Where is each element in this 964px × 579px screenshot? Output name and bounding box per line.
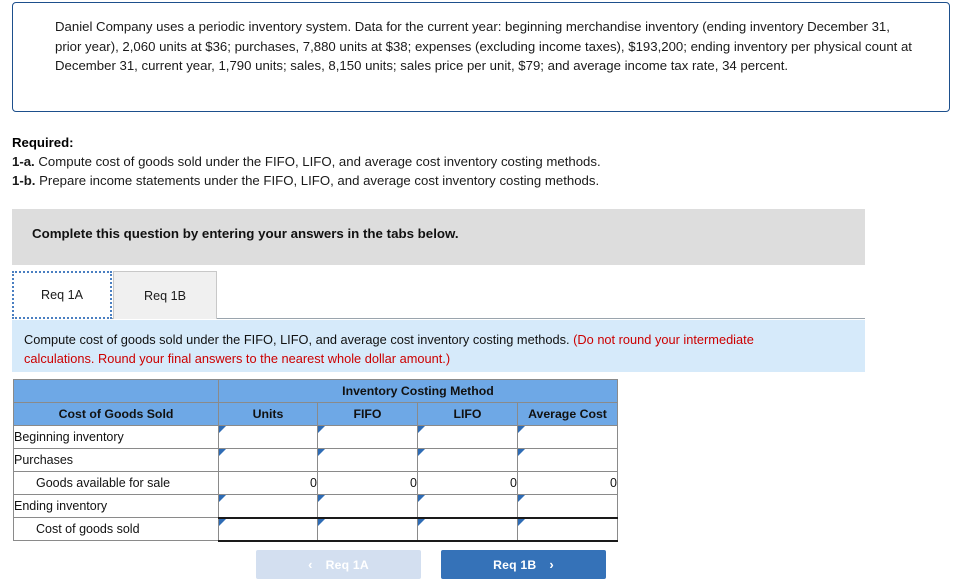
required-heading: Required: [12, 135, 74, 150]
column-header-fifo: FIFO [317, 402, 418, 426]
required-section: Required: 1-a. Compute cost of goods sol… [12, 134, 892, 190]
value-goods-available-lifo: 0 [417, 471, 518, 495]
cell-corner-marker-icon [219, 426, 226, 433]
input-ending-inventory-lifo[interactable] [417, 494, 518, 519]
table-corner-cell [13, 379, 219, 403]
tab-req-1a[interactable]: Req 1A [12, 271, 112, 319]
row-label-beginning-inventory: Beginning inventory [13, 425, 219, 449]
table-group-header-row: Inventory Costing Method [13, 379, 618, 403]
input-beginning-inventory-units[interactable] [218, 425, 318, 449]
cell-corner-marker-icon [518, 518, 525, 526]
value-goods-available-units: 0 [218, 471, 318, 495]
input-ending-inventory-fifo[interactable] [317, 494, 418, 519]
cell-corner-marker-icon [318, 518, 325, 526]
instruction-bar: Compute cost of goods sold under the FIF… [12, 320, 865, 372]
required-item-1a-text: Compute cost of goods sold under the FIF… [38, 154, 601, 169]
table-row: Ending inventory [13, 494, 618, 519]
tab-strip: Req 1A Req 1B [12, 271, 865, 320]
input-beginning-inventory-average-cost[interactable] [517, 425, 618, 449]
required-item-1a-label: 1-a. [12, 154, 35, 169]
problem-statement-box: Daniel Company uses a periodic inventory… [12, 2, 950, 112]
tab-req-1b-label: Req 1B [143, 288, 186, 303]
next-req-1b-button[interactable]: Req 1B › [441, 550, 606, 579]
column-header-lifo: LIFO [417, 402, 518, 426]
row-label-ending-inventory: Ending inventory [13, 494, 219, 518]
cell-corner-marker-icon [219, 518, 226, 526]
column-header-cost-of-goods-sold: Cost of Goods Sold [13, 402, 219, 426]
tab-req-1a-label: Req 1A [40, 288, 83, 302]
input-purchases-units[interactable] [218, 448, 318, 472]
row-label-goods-available-for-sale: Goods available for sale [13, 471, 219, 495]
table-row: Cost of goods sold [13, 517, 618, 542]
cell-corner-marker-icon [219, 449, 226, 456]
cell-corner-marker-icon [219, 495, 226, 502]
input-cost-of-goods-sold-average-cost[interactable] [517, 517, 618, 542]
navigation-buttons: ‹ Req 1A Req 1B › [256, 550, 616, 579]
table-row: Purchases [13, 448, 618, 472]
cell-corner-marker-icon [518, 426, 525, 433]
chevron-right-icon: › [549, 557, 554, 572]
input-ending-inventory-average-cost[interactable] [517, 494, 618, 519]
input-beginning-inventory-fifo[interactable] [317, 425, 418, 449]
column-header-average-cost: Average Cost [517, 402, 618, 426]
prev-req-1a-label: Req 1A [325, 557, 369, 572]
table-column-header-row: Cost of Goods Sold Units FIFO LIFO Avera… [13, 402, 618, 426]
prev-req-1a-button[interactable]: ‹ Req 1A [256, 550, 421, 579]
cell-corner-marker-icon [318, 449, 325, 456]
instruction-text: Compute cost of goods sold under the FIF… [24, 330, 814, 368]
input-purchases-fifo[interactable] [317, 448, 418, 472]
complete-question-banner: Complete this question by entering your … [12, 209, 865, 265]
required-item-1b: 1-b. Prepare income statements under the… [12, 171, 892, 190]
value-goods-available-fifo: 0 [317, 471, 418, 495]
next-req-1b-label: Req 1B [493, 557, 537, 572]
cell-corner-marker-icon [518, 449, 525, 456]
table-group-header: Inventory Costing Method [218, 379, 618, 403]
required-item-1b-label: 1-b. [12, 173, 36, 188]
column-header-units: Units [218, 402, 318, 426]
complete-question-banner-text: Complete this question by entering your … [32, 226, 459, 241]
input-cost-of-goods-sold-fifo[interactable] [317, 517, 418, 542]
tab-req-1b[interactable]: Req 1B [113, 271, 217, 319]
required-item-1a: 1-a. Compute cost of goods sold under th… [12, 152, 892, 171]
cell-corner-marker-icon [318, 426, 325, 433]
input-beginning-inventory-lifo[interactable] [417, 425, 518, 449]
chevron-left-icon: ‹ [308, 557, 313, 572]
required-item-1b-text: Prepare income statements under the FIFO… [39, 173, 600, 188]
table-row: Goods available for sale 0 0 0 0 [13, 471, 618, 495]
input-ending-inventory-units[interactable] [218, 494, 318, 519]
value-goods-available-average-cost: 0 [517, 471, 618, 495]
cell-corner-marker-icon [418, 518, 425, 526]
cost-of-goods-sold-table: Inventory Costing Method Cost of Goods S… [13, 379, 618, 542]
row-label-cost-of-goods-sold: Cost of goods sold [13, 517, 219, 541]
cell-corner-marker-icon [518, 495, 525, 502]
input-purchases-lifo[interactable] [417, 448, 518, 472]
input-cost-of-goods-sold-lifo[interactable] [417, 517, 518, 542]
table-row: Beginning inventory [13, 425, 618, 449]
problem-statement-text: Daniel Company uses a periodic inventory… [55, 19, 912, 73]
row-label-purchases: Purchases [13, 448, 219, 472]
cell-corner-marker-icon [418, 449, 425, 456]
cell-corner-marker-icon [418, 495, 425, 502]
instruction-main: Compute cost of goods sold under the FIF… [24, 332, 570, 347]
cell-corner-marker-icon [318, 495, 325, 502]
cell-corner-marker-icon [418, 426, 425, 433]
input-cost-of-goods-sold-units[interactable] [218, 517, 318, 542]
input-purchases-average-cost[interactable] [517, 448, 618, 472]
